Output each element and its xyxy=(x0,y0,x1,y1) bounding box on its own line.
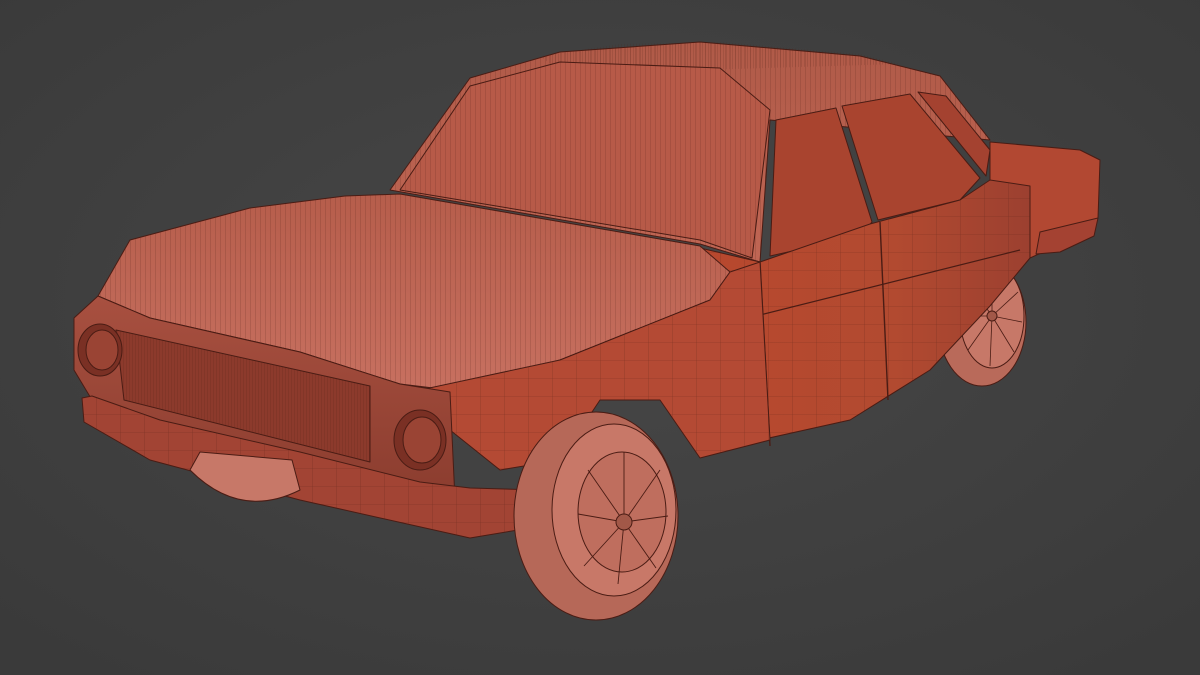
headlight-right xyxy=(393,409,447,471)
headlight-left xyxy=(77,323,123,377)
front-right-wheel[interactable] xyxy=(513,411,679,621)
viewport-canvas[interactable] xyxy=(0,0,1200,675)
3d-viewport[interactable] xyxy=(0,0,1200,675)
